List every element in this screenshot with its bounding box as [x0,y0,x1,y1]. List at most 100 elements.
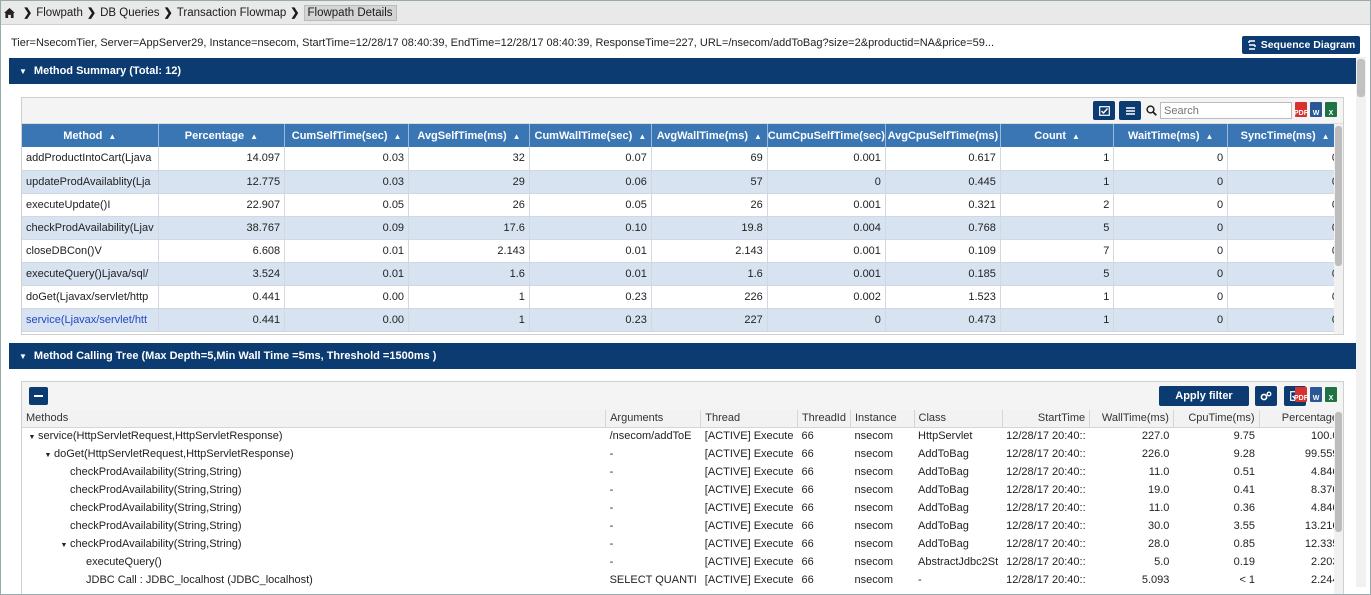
col-count[interactable]: Count ▲ [1000,124,1115,147]
tree-tid-cell: 66 [801,430,814,443]
sort-icon[interactable]: ▲ [513,132,521,141]
col-cum-wall-time[interactable]: CumWallTime(sec) ▲ [529,124,652,147]
col-start-time[interactable]: StartTime [1002,410,1091,428]
col-instance[interactable]: Instance [850,410,915,428]
sort-icon[interactable]: ▲ [1206,132,1214,141]
search-input[interactable] [1160,102,1292,119]
tree-scrollbar[interactable] [1334,410,1343,594]
tree-row[interactable]: checkProdAvailability(String,String) - [AC… [22,517,1343,535]
method-summary-header[interactable]: ▼ Method Summary (Total: 12) [9,58,1356,84]
col-sync-time[interactable]: SyncTime(ms) ▲ [1227,124,1343,147]
value-cell: 3.524 [158,262,286,286]
breadcrumb-transaction-flowmap[interactable]: Transaction Flowmap [177,7,287,19]
scroll-thumb[interactable] [1335,412,1342,532]
table-row[interactable]: doGet(Ljavax/servlet/http 0.441 0.00 1 0.23 2… [22,285,1343,309]
expand-caret-icon[interactable]: ▼ [58,542,70,549]
value-cell: 1 [408,285,530,309]
expand-caret-icon[interactable]: ▼ [26,434,38,441]
col-avg-cpu-self-time[interactable]: AvgCpuSelfTime(ms) [885,124,1001,147]
sequence-diagram-button[interactable]: Sequence Diagram [1242,36,1360,54]
pdf-export-icon[interactable]: PDF [1294,387,1308,402]
col-cum-cpu-self-time[interactable]: CumCpuSelfTime(sec) [767,124,886,147]
expand-caret-icon[interactable]: ▼ [42,452,54,459]
calling-tree-header[interactable]: ▼ Method Calling Tree (Max Depth=5,Min W… [9,343,1356,369]
tree-class-cell: AddToBag [918,538,969,550]
tree-row[interactable]: executeQuery() - [ACTIVE] Execute 66 nsecom A… [22,553,1343,571]
page-scrollbar[interactable] [1356,57,1366,487]
sort-icon[interactable]: ▲︎ [108,132,116,141]
col-method[interactable]: Method ▲︎ [22,124,159,147]
tree-wall-cell: 28.0 [1147,538,1170,550]
sort-icon[interactable]: ▲ [638,132,646,141]
filter-settings-button[interactable] [1255,386,1277,406]
checkbox-icon [1098,105,1110,116]
tree-method-label: checkProdAvailability(String,String) [70,538,242,550]
tree-tid-cell: 66 [801,520,814,532]
tree-row[interactable]: checkProdAvailability(String,String) - [AC… [22,481,1343,499]
col-avg-self-time[interactable]: AvgSelfTime(ms) ▲ [408,124,530,147]
tree-thread-cell: [ACTIVE] Execute [704,502,794,514]
sort-icon[interactable]: ▲ [1322,132,1330,141]
excel-export-icon[interactable]: X [1325,102,1337,117]
caret-down-icon[interactable]: ▼ [19,67,27,76]
tree-row[interactable]: ▼ doGet(HttpServletRequest,HttpServletRes… [22,445,1343,463]
caret-down-icon[interactable]: ▼ [19,352,27,361]
column-select-button[interactable] [1093,101,1115,120]
tree-args-cell: - [609,484,614,496]
page-scrollbar-track[interactable] [1356,487,1366,587]
breadcrumb-db-queries[interactable]: DB Queries [100,7,159,19]
tree-row[interactable]: checkProdAvailability(String,String) - [AC… [22,499,1343,517]
col-wall-time[interactable]: WallTime(ms) [1089,410,1174,428]
col-label: Method [63,129,103,142]
col-thread-id[interactable]: ThreadId [797,410,851,428]
excel-export-icon[interactable]: X [1325,387,1337,402]
tree-row[interactable]: checkProdAvailability(String,String) - [AC… [22,463,1343,481]
tree-row[interactable]: JDBC Call : JDBC_localhost (JDBC_localho… [22,571,1343,589]
value-cell: 0.05 [284,193,410,217]
menu-button[interactable] [1119,101,1141,120]
col-class[interactable]: Class [914,410,1003,428]
tree-wall-cell: 19.0 [1147,484,1170,496]
word-export-icon[interactable]: W [1310,387,1322,402]
col-thread[interactable]: Thread [700,410,798,428]
col-cum-self-time[interactable]: CumSelfTime(sec) ▲ [284,124,410,147]
col-percentage[interactable]: Percentage ▲ [158,124,286,147]
tree-tid-cell: 66 [801,448,814,460]
table-row[interactable]: service(Ljavax/servlet/htt 0.441 0.00 1 0.23… [22,308,1343,332]
scroll-thumb[interactable] [1357,59,1365,97]
table-row[interactable]: executeQuery()Ljava/sql/3.524 0.01 1.6 0.01… [22,262,1343,286]
value-cell: 0.03 [284,170,410,194]
sort-icon[interactable]: ▲ [394,132,402,141]
sort-icon[interactable]: ▲ [250,132,258,141]
col-arguments[interactable]: Arguments [605,410,702,428]
tree-row[interactable]: ▼ checkProdAvailability(String,String) - [A… [22,535,1343,553]
table-row[interactable]: checkProdAvailability(Ljav 38.767 0.09 17.6… [22,216,1343,240]
calling-tree-table: Methods Arguments Thread ThreadId Instan… [22,410,1344,589]
pdf-export-icon[interactable]: PDF [1294,102,1308,117]
table-row[interactable]: updateProdAvailablity(Lja 12.775 0.03 29 0.0… [22,170,1343,194]
table-row[interactable]: addProductIntoCart(Ljava 14.097 0.03 32 0.07… [22,147,1343,171]
tree-method-label: JDBC Call : JDBC_localhost (JDBC_localho… [86,574,313,586]
value-cell: 0.445 [885,170,1001,194]
sort-icon[interactable]: ▲ [754,132,762,141]
col-methods[interactable]: Methods [22,410,607,428]
tree-row[interactable]: ▼ service(HttpServletRequest,HttpServletR… [22,427,1343,445]
value-cell: 0 [1227,239,1343,263]
collapse-all-button[interactable] [29,387,48,405]
col-avg-wall-time[interactable]: AvgWallTime(ms) ▲ [651,124,768,147]
table-row[interactable]: closeDBCon()V 6.608 0.01 2.143 0.01 2.143 0.00… [22,239,1343,263]
col-percentage[interactable]: Percentage [1259,410,1344,428]
scroll-thumb[interactable] [1335,126,1342,266]
value-cell: 0 [1227,147,1343,171]
word-export-icon[interactable]: W [1310,102,1322,117]
col-cpu-time[interactable]: CpuTime(ms) [1173,410,1260,428]
col-wait-time[interactable]: WaitTime(ms) ▲ [1113,124,1229,147]
value-cell: 2.143 [408,239,530,263]
breadcrumb-flowpath[interactable]: Flowpath [36,7,83,19]
summary-scrollbar[interactable] [1334,124,1343,334]
table-row[interactable]: executeUpdate()I 22.907 0.05 26 0.05 26 0.001 0… [22,193,1343,217]
apply-filter-button[interactable]: Apply filter [1159,386,1249,406]
sort-icon[interactable]: ▲ [1072,132,1080,141]
home-icon[interactable] [4,7,15,18]
tree-method-cell: ▼ checkProdAvailability(String,String) [22,535,606,553]
